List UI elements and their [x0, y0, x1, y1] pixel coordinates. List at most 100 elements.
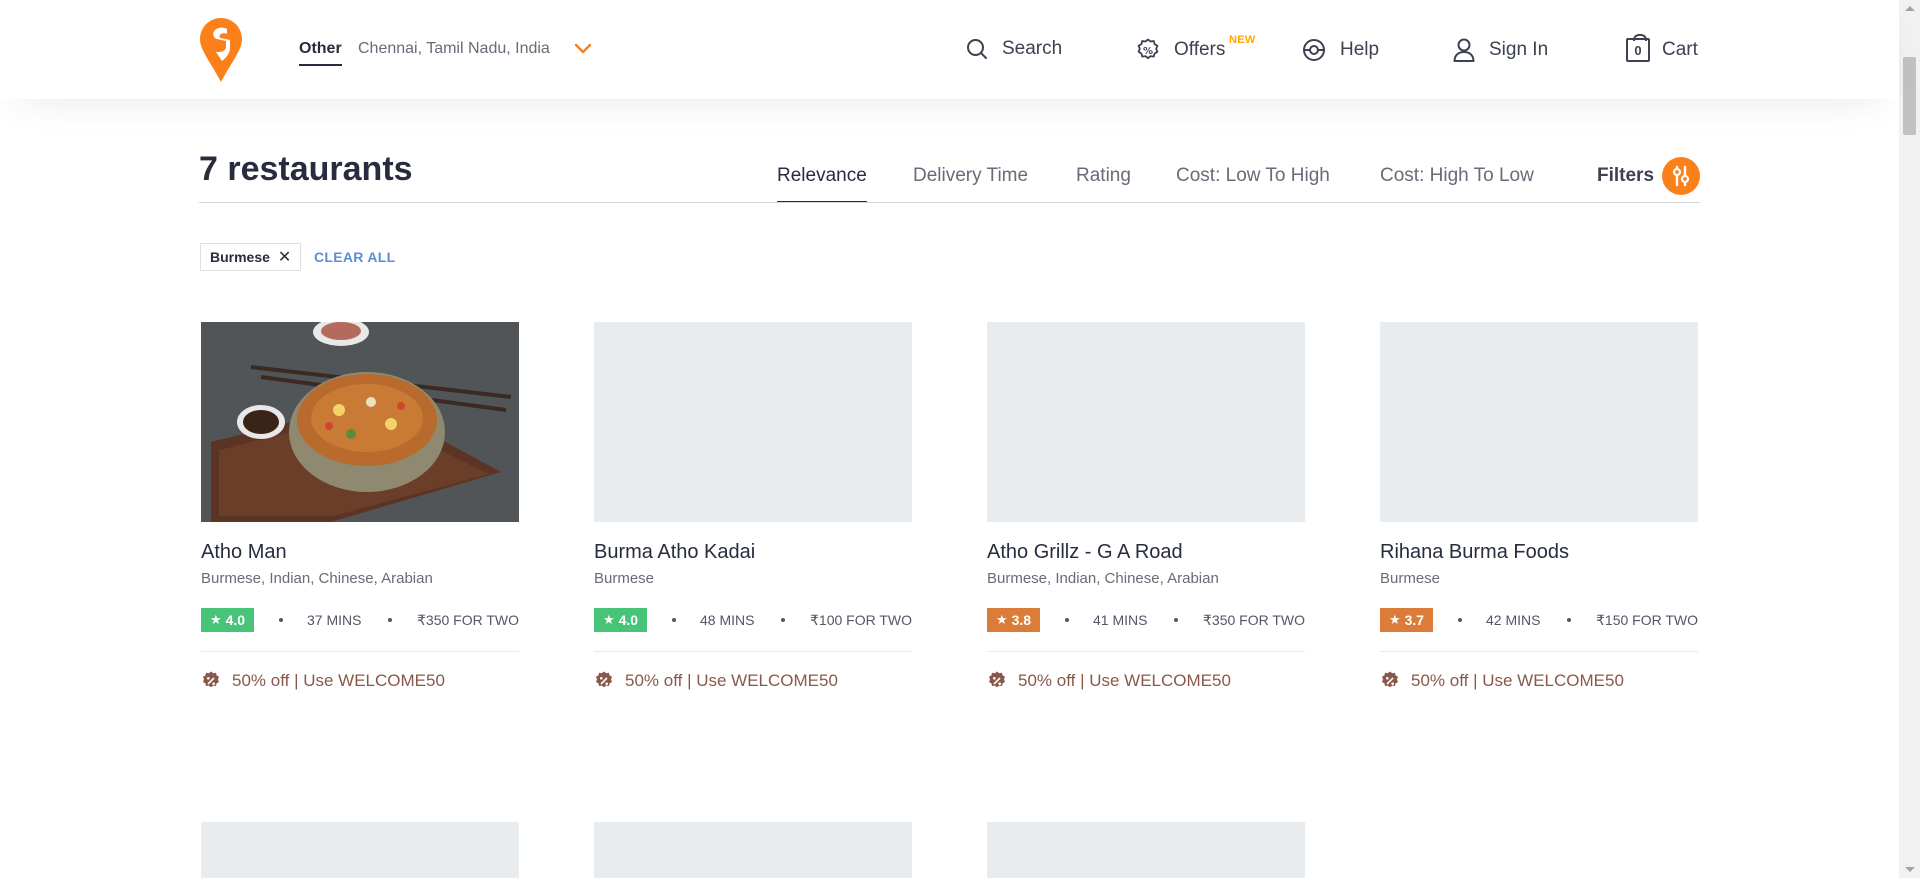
rating-badge: ★ 4.0	[594, 608, 647, 632]
star-icon: ★	[995, 612, 1008, 627]
filter-chip-label: Burmese	[210, 249, 270, 265]
nav-search[interactable]: Search	[966, 38, 1062, 60]
discount-badge-icon	[596, 671, 612, 688]
offer-text: 50% off | Use WELCOME50	[1411, 671, 1624, 690]
lifebuoy-icon	[1303, 39, 1325, 61]
restaurant-card[interactable]: Atho Man Burmese, Indian, Chinese, Arabi…	[201, 322, 521, 691]
sort-tab-relevance[interactable]: Relevance	[777, 165, 867, 203]
card-divider	[1380, 651, 1698, 652]
rating-value: 4.0	[618, 612, 639, 628]
sort-tab-rating[interactable]: Rating	[1076, 165, 1131, 187]
discount-badge-icon	[1382, 671, 1398, 688]
offer-text: 50% off | Use WELCOME50	[1018, 671, 1231, 690]
rating-value: 4.0	[225, 612, 246, 628]
nav-sign-in-label: Sign In	[1489, 39, 1549, 60]
rating-badge: ★ 4.0	[201, 608, 254, 632]
card-divider	[594, 651, 912, 652]
clear-all-filters-link[interactable]: CLEAR ALL	[314, 249, 396, 265]
rating-value: 3.7	[1404, 612, 1425, 628]
filters-icon[interactable]	[1662, 157, 1700, 195]
separator-dot	[279, 618, 283, 622]
restaurant-card[interactable]: Rihana Burma Foods Burmese ★ 3.7 42 MINS …	[1380, 322, 1700, 691]
rating-badge: ★ 3.8	[987, 608, 1040, 632]
nav-search-label: Search	[1002, 38, 1063, 59]
nav-sign-in[interactable]: Sign In	[1453, 38, 1548, 62]
nav-cart-label: Cart	[1662, 39, 1698, 60]
nav-help-label: Help	[1340, 39, 1380, 60]
restaurant-card[interactable]: Atho Grillz - G A Road Burmese, Indian, …	[987, 322, 1307, 691]
sliders-icon	[1672, 165, 1690, 187]
restaurant-cuisines: Burmese, Indian, Chinese, Arabian	[201, 570, 433, 587]
delivery-time: 41 MINS	[1093, 612, 1148, 628]
restaurant-image	[201, 322, 519, 522]
separator-dot	[781, 618, 785, 622]
user-icon	[1453, 38, 1475, 62]
scrollbar-thumb[interactable]	[1903, 57, 1916, 135]
star-icon: ★	[602, 612, 615, 627]
rating-value: 3.8	[1011, 612, 1032, 628]
restaurant-card[interactable]: Burma Atho Kadai Burmese ★ 4.0 48 MINS ₹1…	[594, 322, 914, 691]
sort-tab-delivery-time[interactable]: Delivery Time	[913, 165, 1028, 187]
nav-offers[interactable]: % Offers	[1136, 38, 1225, 62]
filters-button-label[interactable]: Filters	[1597, 165, 1654, 187]
restaurant-name: Rihana Burma Foods	[1380, 541, 1569, 563]
separator-dot	[388, 618, 392, 622]
swiggy-logo-icon[interactable]	[200, 18, 242, 82]
search-icon	[967, 39, 987, 59]
restaurant-offer: 50% off | Use WELCOME50	[987, 671, 1307, 691]
cost-for-two: ₹350 FOR TWO	[417, 611, 519, 628]
offers-badge-icon: %	[1137, 38, 1159, 59]
restaurant-offer: 50% off | Use WELCOME50	[201, 671, 521, 691]
restaurant-cuisines: Burmese	[1380, 570, 1441, 587]
restaurant-offer: 50% off | Use WELCOME50	[594, 671, 914, 691]
nav-help[interactable]: Help	[1302, 38, 1379, 62]
separator-dot	[1174, 618, 1178, 622]
restaurant-name: Atho Grillz - G A Road	[987, 541, 1183, 563]
chevron-down-icon[interactable]	[573, 40, 593, 58]
vertical-scrollbar[interactable]	[1899, 0, 1920, 878]
restaurant-cuisines: Burmese	[594, 570, 655, 587]
nav-offers-label: Offers	[1174, 39, 1226, 60]
discount-badge-icon	[989, 671, 1005, 688]
sort-tab-cost-low-high[interactable]: Cost: Low To High	[1176, 165, 1330, 187]
delivery-time: 37 MINS	[307, 612, 362, 628]
sort-bar-divider	[199, 202, 1700, 203]
separator-dot	[1065, 618, 1069, 622]
restaurant-image-placeholder	[594, 322, 912, 522]
close-icon[interactable]: ✕	[278, 247, 291, 267]
svg-text:%: %	[1143, 46, 1153, 57]
top-header: Other Chennai, Tamil Nadu, India Search …	[0, 0, 1899, 99]
sort-tab-cost-high-low[interactable]: Cost: High To Low	[1380, 165, 1534, 187]
card-divider	[987, 651, 1305, 652]
star-icon: ★	[1388, 612, 1401, 627]
separator-dot	[672, 618, 676, 622]
restaurant-card-placeholder[interactable]	[594, 822, 912, 878]
restaurant-card-placeholder[interactable]	[201, 822, 519, 878]
restaurant-name: Atho Man	[201, 541, 287, 563]
scroll-down-arrow-icon[interactable]	[1905, 867, 1915, 872]
restaurant-image-placeholder	[987, 322, 1305, 522]
restaurant-meta: ★ 4.0 48 MINS ₹100 FOR TWO	[594, 607, 912, 633]
restaurant-offer: 50% off | Use WELCOME50	[1380, 671, 1700, 691]
restaurant-cuisines: Burmese, Indian, Chinese, Arabian	[987, 570, 1219, 587]
filter-chip-burmese[interactable]: Burmese ✕	[200, 243, 302, 271]
restaurant-meta: ★ 4.0 37 MINS ₹350 FOR TWO	[201, 607, 519, 633]
separator-dot	[1458, 618, 1462, 622]
scroll-up-arrow-icon[interactable]	[1905, 6, 1915, 11]
restaurant-count-title: 7 restaurants	[199, 150, 413, 188]
restaurant-name: Burma Atho Kadai	[594, 541, 756, 563]
star-icon: ★	[209, 612, 222, 627]
cost-for-two: ₹350 FOR TWO	[1203, 611, 1305, 628]
delivery-time: 48 MINS	[700, 612, 755, 628]
restaurant-card-placeholder[interactable]	[987, 822, 1305, 878]
nav-cart[interactable]: 0 Cart	[1626, 34, 1698, 62]
rating-badge: ★ 3.7	[1380, 608, 1433, 632]
card-divider	[201, 651, 519, 652]
restaurant-image-placeholder	[1380, 322, 1698, 522]
location-type-label[interactable]: Other	[299, 40, 342, 66]
offers-new-badge: NEW	[1229, 34, 1256, 46]
offer-text: 50% off | Use WELCOME50	[232, 671, 445, 690]
location-address[interactable]: Chennai, Tamil Nadu, India	[358, 40, 550, 58]
separator-dot	[1567, 618, 1571, 622]
cost-for-two: ₹100 FOR TWO	[810, 611, 912, 628]
